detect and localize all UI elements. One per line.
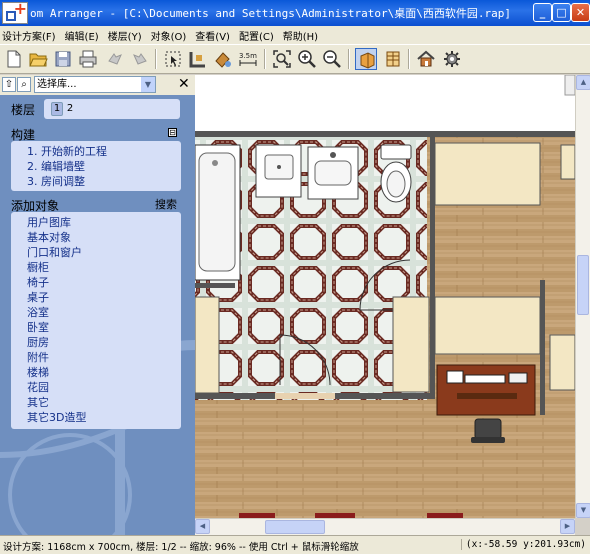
house-icon[interactable] [415,48,437,70]
category-bathroom[interactable]: 浴室 [27,304,49,320]
horizontal-scroll-thumb[interactable] [265,520,325,534]
scroll-right-icon[interactable]: ▶ [560,519,575,534]
zoom-fit-icon[interactable] [271,48,293,70]
category-doors-windows[interactable]: 门口和窗户 [27,244,82,260]
home-nav-icon[interactable]: ⇧ [2,77,16,92]
title-bar: + om Arranger - [C:\Documents and Settin… [0,0,590,26]
build-step-edit-walls[interactable]: 2. 编辑墙壁 [27,158,85,174]
new-file-icon[interactable] [3,48,25,70]
category-chairs[interactable]: 椅子 [27,274,49,290]
menu-config[interactable]: 配置(C) [239,28,274,43]
minimize-button[interactable]: _ [533,3,552,22]
library-select-value: 选择库... [37,79,77,90]
category-accessories[interactable]: 附件 [27,349,49,365]
vertical-scroll-thumb[interactable] [577,255,589,315]
menu-object[interactable]: 对象(O) [151,28,187,43]
floor-2-button[interactable]: 2 [65,103,75,114]
floors-heading: 楼层 [11,103,36,117]
panel-header: ⇧ ⌕ 选择库... ▼ ✕ [0,75,195,95]
status-coordinates: (x:-58.59 y:201.93cm) [460,539,586,550]
print-icon[interactable] [77,48,99,70]
category-cabinets[interactable]: 橱柜 [27,259,49,275]
category-stairs[interactable]: 楼梯 [27,364,49,380]
collapse-icon[interactable]: ⊟ [168,128,177,137]
close-button[interactable]: ✕ [571,3,590,22]
panel-close-button[interactable]: ✕ [178,76,190,92]
paint-icon[interactable] [212,48,234,70]
category-garden[interactable]: 花园 [27,379,49,395]
wall-icon[interactable] [187,48,209,70]
save-icon[interactable] [52,48,74,70]
open-folder-icon[interactable] [27,48,49,70]
horizontal-scrollbar[interactable]: ◀ ▶ [195,518,575,535]
app-icon[interactable]: + [2,0,28,24]
zoom-in-icon[interactable] [296,48,318,70]
build-step-new-project[interactable]: 1. 开始新的工程 [27,143,107,159]
category-user-library[interactable]: 用户图库 [27,214,71,230]
select-icon[interactable] [162,48,184,70]
undo-icon[interactable] [104,48,126,70]
measure-icon[interactable]: 3.5m [237,48,259,70]
category-basic-objects[interactable]: 基本对象 [27,229,71,245]
category-kitchen[interactable]: 厨房 [27,334,49,350]
search-icon[interactable]: ⌕ [17,77,31,92]
category-tables[interactable]: 桌子 [27,289,49,305]
chevron-down-icon[interactable]: ▼ [141,77,155,92]
floor-plan-drawing [195,75,575,518]
measure-label: 3.5m [239,52,257,60]
menu-edit[interactable]: 编辑(E) [65,28,99,43]
settings-icon[interactable] [441,48,463,70]
category-other[interactable]: 其它 [27,394,49,410]
zoom-out-icon[interactable] [321,48,343,70]
menu-bar: 设计方案(F) 编辑(E) 楼层(Y) 对象(O) 查看(V) 配置(C) 帮助… [0,26,590,44]
menu-design[interactable]: 设计方案(F) [2,28,56,43]
category-bedroom[interactable]: 卧室 [27,319,49,335]
floor-1-button[interactable]: 1 [51,102,63,116]
category-other-3d[interactable]: 其它3D造型 [27,409,86,425]
toolbar: 3.5m [0,44,590,74]
search-link[interactable]: 搜索 [155,196,177,212]
library-panel: ⇧ ⌕ 选择库... ▼ ✕ 楼层 1 2 构建 ⊟ 1. 开始新的工程 2. … [0,75,195,535]
status-design-info: 设计方案: 1168cm x 700cm, 楼层: 1/2 -- 缩放: 96%… [3,542,359,553]
vertical-scrollbar[interactable]: ▲ ▼ [575,75,590,518]
view-3d-icon[interactable] [382,48,404,70]
redo-icon[interactable] [129,48,151,70]
window-title: om Arranger - [C:\Documents and Settings… [30,7,511,20]
maximize-button[interactable]: □ [552,3,571,22]
menu-help[interactable]: 帮助(H) [283,28,318,43]
scroll-down-icon[interactable]: ▼ [576,503,590,518]
library-select[interactable]: 选择库... ▼ [34,76,156,93]
status-bar: 设计方案: 1168cm x 700cm, 楼层: 1/2 -- 缩放: 96%… [0,535,590,554]
menu-floor[interactable]: 楼层(Y) [108,28,142,43]
build-step-adjust-rooms[interactable]: 3. 房间调整 [27,173,85,189]
scroll-up-icon[interactable]: ▲ [576,75,590,90]
floor-plan-canvas[interactable] [195,75,575,518]
menu-view[interactable]: 查看(V) [195,28,230,43]
scroll-left-icon[interactable]: ◀ [195,519,210,534]
view-2d-icon[interactable] [355,48,377,70]
